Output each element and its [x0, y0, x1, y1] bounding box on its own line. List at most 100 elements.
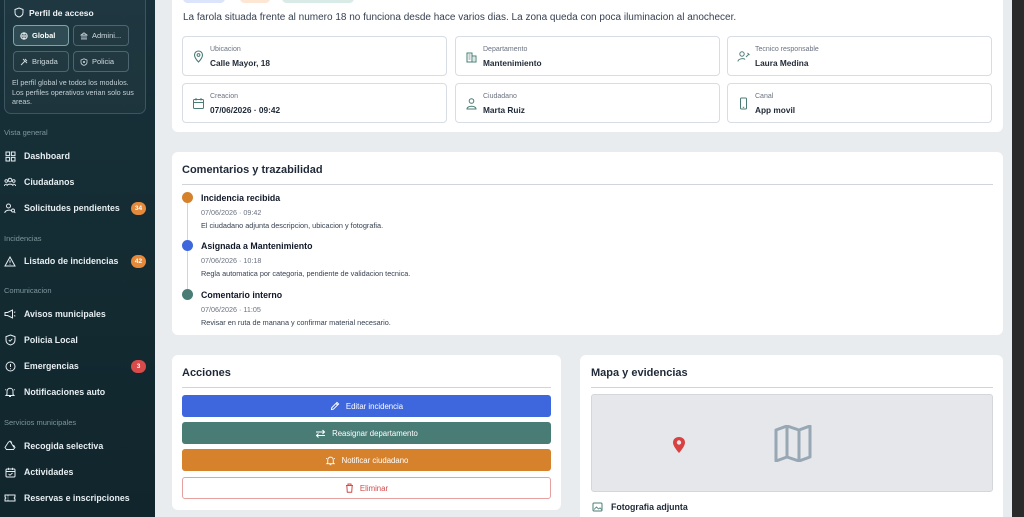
megaphone-icon — [4, 308, 16, 320]
sidebar-item-label: Notificaciones auto — [24, 387, 106, 397]
section-label-vista-general: Vista general — [4, 128, 48, 137]
profile-option-policia[interactable]: Policia — [73, 51, 129, 72]
warning-icon — [4, 255, 16, 267]
timeline-event-time: 07/06/2026 · 09:42 — [201, 208, 262, 217]
pencil-icon — [330, 401, 340, 411]
button-label: Reasignar departamento — [332, 428, 418, 438]
timeline-event-title: Incidencia recibida — [201, 193, 281, 203]
sidebar-item-label: Ciudadanos — [24, 177, 75, 187]
timeline-event-time: 07/06/2026 · 11:05 — [201, 305, 261, 314]
field-value: 07/06/2026 · 09:42 — [210, 105, 281, 115]
field-label: Ciudadano — [483, 93, 517, 100]
sidebar-item-avisos-municipales[interactable]: Avisos municipales — [0, 304, 155, 324]
tools-icon — [20, 58, 28, 65]
grid-icon — [4, 150, 16, 162]
section-label-incidencias: Incidencias — [4, 234, 42, 243]
sidebar-item-label: Listado de incidencias — [24, 256, 119, 266]
field-departamento: Departamento Mantenimiento — [455, 36, 720, 76]
field-ciudadano: Ciudadano Marta Ruiz — [455, 83, 720, 123]
profile-option-admin[interactable]: Admini... — [73, 25, 129, 46]
sidebar-item-dashboard[interactable]: Dashboard — [0, 146, 155, 166]
button-label: Editar incidencia — [345, 401, 404, 411]
divider — [182, 387, 551, 388]
button-label: Notificar ciudadano — [341, 455, 409, 465]
timeline-event-title: Asignada a Mantenimiento — [201, 241, 313, 251]
sidebar-item-label: Dashboard — [24, 151, 70, 161]
sidebar-item-label: Solicitudes pendientes — [24, 203, 120, 213]
field-label: Tecnico responsable — [755, 46, 819, 53]
field-creacion: Creacion 07/06/2026 · 09:42 — [182, 83, 447, 123]
sidebar-item-label: Reservas e inscripciones — [24, 493, 130, 503]
category-chip — [282, 0, 354, 3]
comments-title: Comentarios y trazabilidad — [182, 164, 323, 176]
profile-option-brigada[interactable]: Brigada — [13, 51, 69, 72]
trash-icon — [345, 483, 353, 493]
ticket-icon — [4, 492, 16, 504]
profile-option-label: Policia — [92, 57, 115, 66]
map-icon — [774, 425, 812, 462]
timeline-dot — [182, 240, 193, 251]
window-edge — [1012, 0, 1024, 517]
sidebar-item-policia-local[interactable]: Policia Local — [0, 330, 155, 350]
profile-option-label: Global — [32, 31, 56, 40]
timeline-event-time: 07/06/2026 · 10:18 — [201, 256, 262, 265]
map-pin-icon — [673, 437, 685, 453]
field-label: Creacion — [210, 93, 239, 100]
globe-icon — [20, 31, 28, 40]
swap-arrows-icon — [315, 429, 326, 438]
profile-title: Perfil de acceso — [14, 7, 94, 18]
field-tecnico-responsable: Tecnico responsable Laura Medina — [727, 36, 992, 76]
building-icon — [466, 52, 477, 63]
incident-description: La farola situada frente al numero 18 no… — [183, 12, 737, 23]
sidebar-item-listado-incidencias[interactable]: Listado de incidencias 42 — [0, 251, 155, 271]
police-badge-icon — [80, 57, 88, 66]
map-view[interactable] — [591, 394, 993, 492]
reassign-department-button[interactable]: Reasignar departamento — [182, 422, 551, 444]
bell-icon — [4, 386, 16, 398]
timeline-event-desc: Revisar en ruta de manana y confirmar ma… — [201, 318, 391, 327]
image-icon — [592, 502, 603, 512]
field-label: Departamento — [483, 46, 528, 53]
section-label-comunicacion: Comunicacion — [4, 286, 52, 295]
sidebar-item-emergencias[interactable]: Emergencias 3 — [0, 356, 155, 376]
sidebar-item-notificaciones-auto[interactable]: Notificaciones auto — [0, 382, 155, 402]
building-icon — [80, 31, 88, 39]
sidebar-item-ciudadanos[interactable]: Ciudadanos — [0, 172, 155, 192]
pending-count-badge: 34 — [131, 201, 146, 215]
timeline-event-title: Comentario interno — [201, 290, 283, 300]
field-value: Marta Ruiz — [483, 105, 525, 115]
actions-title: Acciones — [182, 367, 231, 379]
sidebar-item-label: Actividades — [24, 467, 74, 477]
map-title: Mapa y evidencias — [591, 367, 688, 379]
sidebar-item-reservas-inscripciones[interactable]: Reservas e inscripciones — [0, 488, 155, 508]
shield-icon — [14, 7, 24, 18]
notify-citizen-button[interactable]: Notificar ciudadano — [182, 449, 551, 471]
users-icon — [4, 176, 16, 188]
timeline-event-desc: El ciudadano adjunta descripcion, ubicac… — [201, 221, 384, 230]
shield-icon — [4, 334, 16, 346]
calendar-icon — [193, 98, 204, 109]
divider — [182, 184, 993, 185]
alert-circle-icon — [4, 360, 16, 372]
edit-incident-button[interactable]: Editar incidencia — [182, 395, 551, 417]
field-canal: Canal App movil — [727, 83, 992, 123]
sidebar: Perfil de acceso Global Admini... Brigad… — [0, 0, 155, 517]
profile-option-global[interactable]: Global — [13, 25, 69, 46]
profile-note: El perfil global ve todos los modulos. L… — [12, 78, 134, 106]
timeline-dot — [182, 192, 193, 203]
incidents-count-badge: 42 — [131, 254, 146, 268]
sidebar-item-recogida-selectiva[interactable]: Recogida selectiva — [0, 436, 155, 456]
user-search-icon — [4, 202, 16, 214]
delete-button[interactable]: Eliminar — [182, 477, 551, 499]
user-tool-icon — [737, 51, 750, 62]
field-value: Laura Medina — [755, 58, 809, 68]
photo-label: Fotografia adjunta — [611, 502, 688, 512]
timeline-event-desc: Regla automatica por categoria, pendient… — [201, 269, 411, 278]
recycle-icon — [4, 440, 16, 452]
sidebar-item-solicitudes-pendientes[interactable]: Solicitudes pendientes 34 — [0, 198, 155, 218]
profile-title-label: Perfil de acceso — [29, 7, 94, 18]
map-pin-icon — [193, 50, 204, 63]
calendar-icon — [4, 466, 16, 478]
divider — [591, 387, 993, 388]
sidebar-item-actividades[interactable]: Actividades — [0, 462, 155, 482]
